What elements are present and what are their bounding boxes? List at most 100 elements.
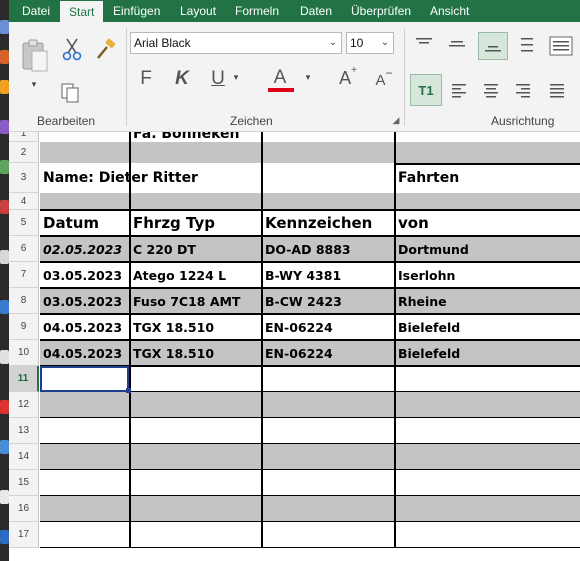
row-header[interactable]: 3 <box>9 163 39 193</box>
align-middle-icon[interactable] <box>445 32 469 56</box>
data-cell[interactable]: B-CW 2423 <box>262 288 395 314</box>
paste-icon[interactable] <box>17 36 53 76</box>
dialog-launcher-icon[interactable]: ◢ <box>390 114 402 126</box>
data-cell[interactable]: Atego 1224 L <box>130 262 262 288</box>
empty-cell[interactable] <box>40 193 130 210</box>
italic-button[interactable]: K <box>171 66 193 92</box>
empty-cell[interactable] <box>395 142 580 163</box>
row-header[interactable]: 11 <box>9 366 39 392</box>
desktop-icon[interactable] <box>0 120 9 134</box>
data-cell[interactable]: B-WY 4381 <box>262 262 395 288</box>
empty-cell[interactable] <box>40 392 130 418</box>
desktop-icon[interactable] <box>0 350 9 364</box>
empty-cell[interactable] <box>130 496 262 522</box>
empty-cell[interactable] <box>262 496 395 522</box>
chevron-down-icon[interactable]: ▾ <box>27 78 41 90</box>
tab-ueberpruefen[interactable]: Überprüfen <box>351 0 411 22</box>
copy-icon[interactable] <box>57 80 83 106</box>
bold-button[interactable]: F <box>135 66 157 92</box>
data-cell[interactable]: 03.05.2023 <box>40 288 130 314</box>
desktop-icon[interactable] <box>0 490 9 504</box>
font-size-select[interactable]: 10 ⌄ <box>346 32 394 54</box>
empty-cell[interactable] <box>130 392 262 418</box>
cell[interactable] <box>40 132 130 142</box>
data-cell[interactable]: Rheine <box>395 288 580 314</box>
empty-cell[interactable] <box>395 392 580 418</box>
tab-ansicht[interactable]: Ansicht <box>430 0 469 22</box>
format-painter-icon[interactable] <box>93 36 119 62</box>
row-header[interactable]: 4 <box>9 193 39 210</box>
row-header[interactable]: 2 <box>9 142 39 163</box>
fill-handle[interactable] <box>126 388 131 393</box>
data-cell[interactable]: Dortmund <box>395 236 580 262</box>
empty-cell[interactable] <box>395 193 580 210</box>
chevron-down-icon[interactable]: ▾ <box>230 70 242 84</box>
row-header[interactable]: 8 <box>9 288 39 314</box>
empty-cell[interactable] <box>40 496 130 522</box>
desktop-icon[interactable] <box>0 250 9 264</box>
orientation-icon[interactable] <box>515 32 539 60</box>
desktop-icon[interactable] <box>0 80 9 94</box>
row-header[interactable]: 15 <box>9 470 39 496</box>
justify-icon[interactable] <box>545 78 569 102</box>
empty-cell[interactable] <box>262 444 395 470</box>
data-cell[interactable]: 04.05.2023 <box>40 314 130 340</box>
desktop-icon[interactable] <box>0 530 9 544</box>
tab-start[interactable]: Start <box>60 1 104 22</box>
row-header[interactable]: 7 <box>9 262 39 288</box>
font-color-button[interactable]: A <box>267 66 293 90</box>
empty-cell[interactable] <box>262 142 395 163</box>
align-center-icon[interactable] <box>479 78 503 102</box>
tab-daten[interactable]: Daten <box>300 0 332 22</box>
row-header[interactable]: 5 <box>9 210 39 236</box>
empty-cell[interactable] <box>262 418 395 444</box>
desktop-icon[interactable] <box>0 300 9 314</box>
desktop-icon[interactable] <box>0 200 9 214</box>
cell[interactable] <box>262 132 395 142</box>
empty-cell[interactable] <box>130 193 262 210</box>
row-header[interactable]: 9 <box>9 314 39 340</box>
tab-layout[interactable]: Layout <box>180 0 216 22</box>
data-cell[interactable]: Iserlohn <box>395 262 580 288</box>
data-cell[interactable]: C 220 DT <box>130 236 262 262</box>
merge-cells-icon[interactable] <box>547 32 575 60</box>
row-header[interactable]: 17 <box>9 522 39 548</box>
empty-cell[interactable] <box>40 418 130 444</box>
chevron-down-icon[interactable]: ▾ <box>302 70 314 84</box>
row-header[interactable]: 16 <box>9 496 39 522</box>
title-cell[interactable]: Fa. Bonneken <box>130 132 262 142</box>
name-label-cell[interactable]: Name: Dieter Ritter <box>40 163 260 193</box>
desktop-icon[interactable] <box>0 160 9 174</box>
row-header[interactable]: 6 <box>9 236 39 262</box>
align-top-icon[interactable] <box>412 32 436 56</box>
empty-cell[interactable] <box>395 522 580 548</box>
data-cell[interactable]: EN-06224 <box>262 314 395 340</box>
data-cell[interactable]: 04.05.2023 <box>40 340 130 366</box>
shrink-font-button[interactable]: A − <box>372 66 396 92</box>
cut-icon[interactable] <box>59 36 85 62</box>
data-cell[interactable]: 02.05.2023 <box>40 236 130 262</box>
row-header[interactable]: 10 <box>9 340 39 366</box>
data-cell[interactable]: Bielefeld <box>395 314 580 340</box>
empty-cell[interactable] <box>262 522 395 548</box>
empty-cell[interactable] <box>40 444 130 470</box>
wrap-text-button[interactable]: T1 <box>410 74 442 106</box>
empty-cell[interactable] <box>130 418 262 444</box>
data-cell[interactable]: 03.05.2023 <box>40 262 130 288</box>
tab-formeln[interactable]: Formeln <box>235 0 279 22</box>
fahrten-label-cell[interactable]: Fahrten <box>395 163 580 193</box>
desktop-icon[interactable] <box>0 20 9 34</box>
data-cell[interactable]: Bielefeld <box>395 340 580 366</box>
empty-cell[interactable] <box>395 444 580 470</box>
grow-font-button[interactable]: A + <box>336 65 360 90</box>
column-header-cell[interactable]: Fhrzg Typ <box>130 210 262 236</box>
underline-button[interactable]: U <box>207 66 229 92</box>
align-bottom-icon[interactable] <box>478 32 508 60</box>
data-cell[interactable]: DO-AD 8883 <box>262 236 395 262</box>
align-right-icon[interactable] <box>511 78 535 102</box>
active-cell-selection[interactable] <box>40 366 129 392</box>
column-header-cell[interactable]: Datum <box>40 210 130 236</box>
column-header-cell[interactable]: Kennzeichen <box>262 210 395 236</box>
data-cell[interactable]: Fuso 7C18 AMT <box>130 288 262 314</box>
column-header-cell[interactable]: von <box>395 210 580 236</box>
